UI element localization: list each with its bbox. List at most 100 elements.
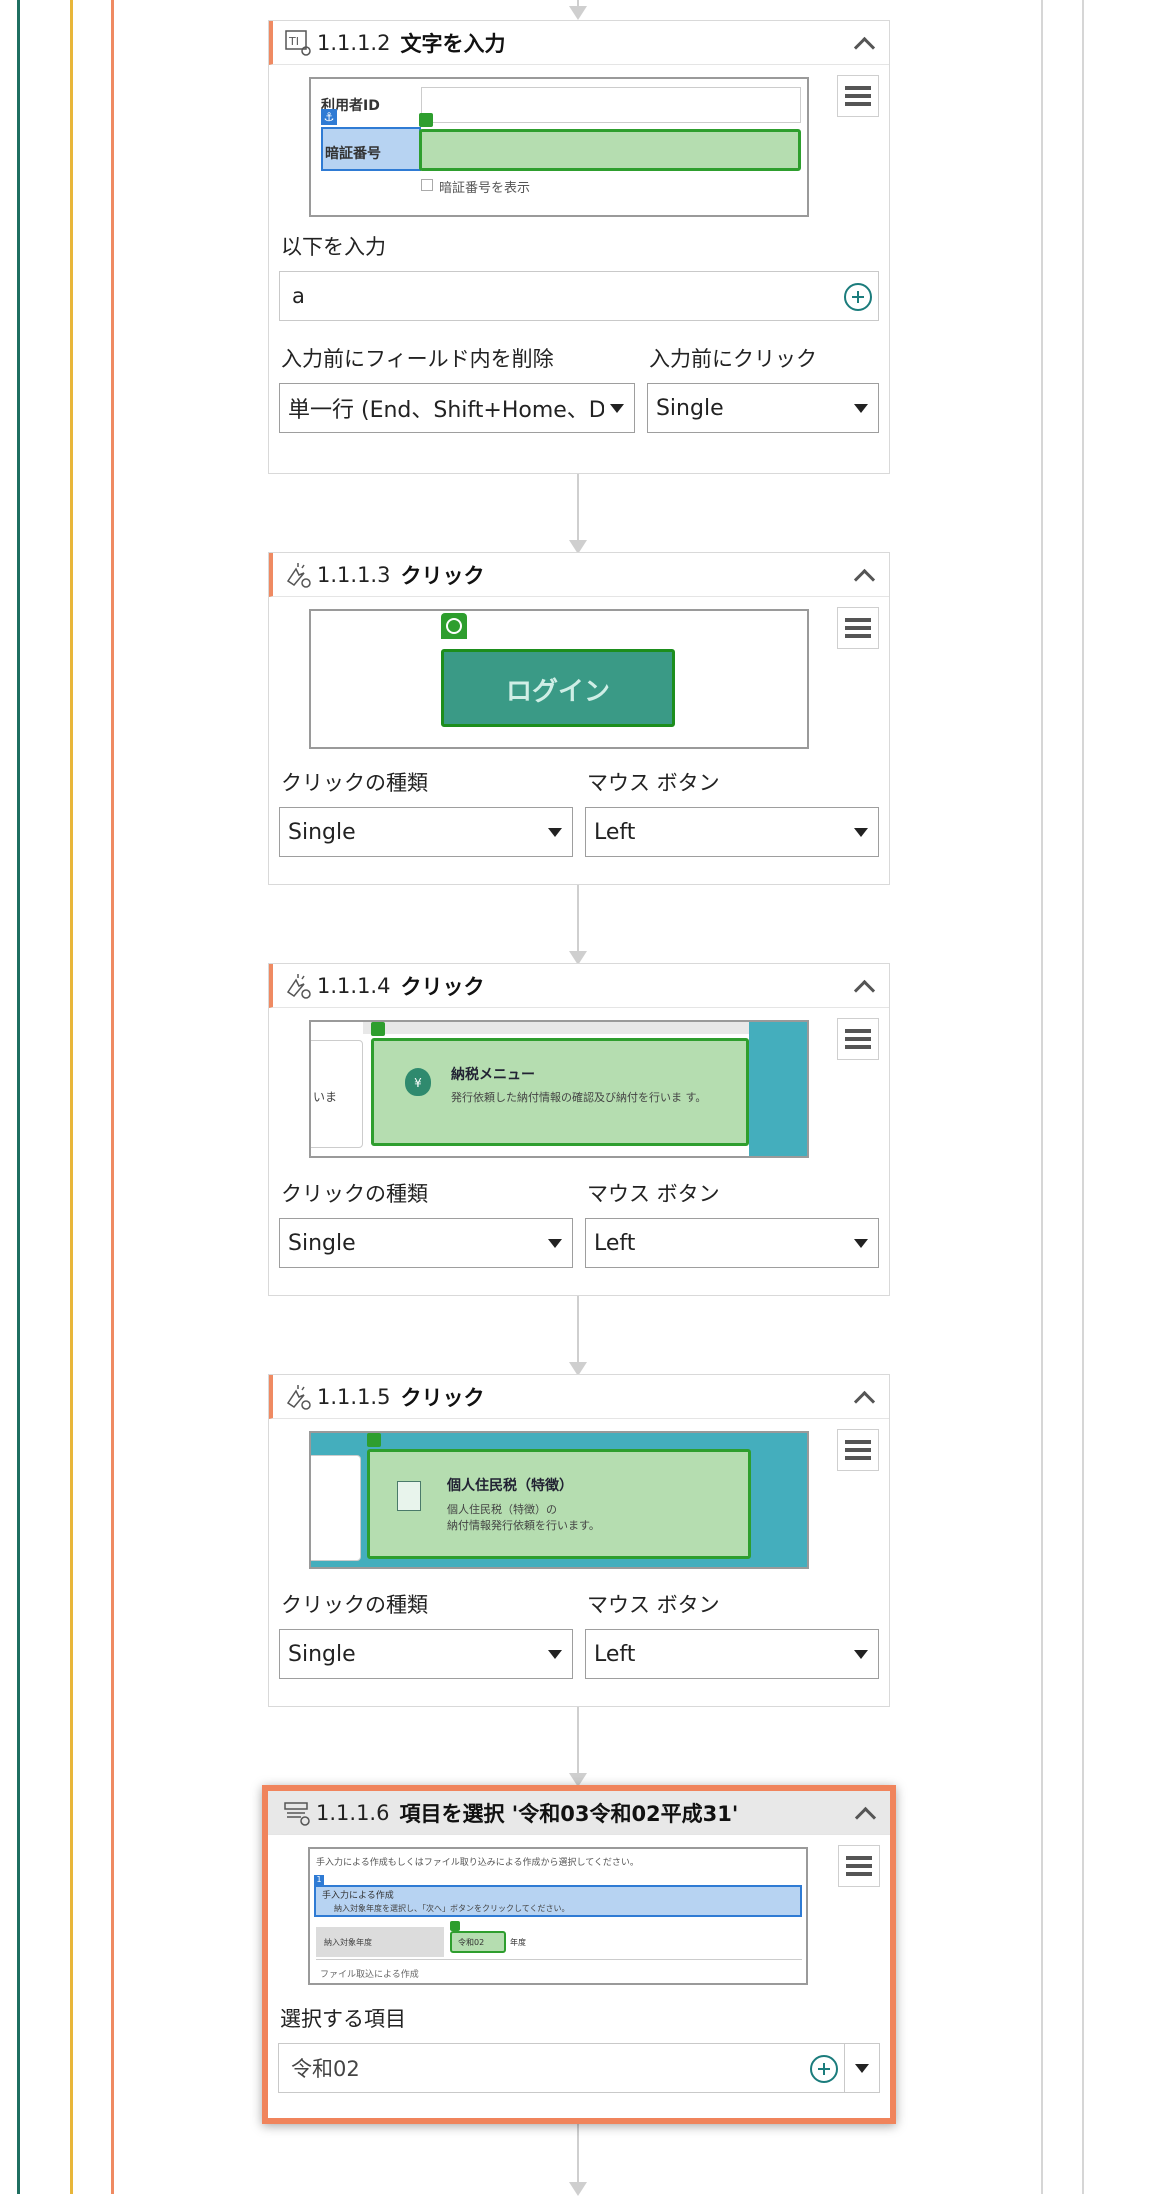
activity-menu-button[interactable]: [838, 1845, 880, 1887]
preview-show-password-label: 暗証番号を表示: [439, 181, 531, 196]
activity-menu-button[interactable]: [837, 75, 879, 117]
flow-guide-line-middle: [70, 0, 73, 2194]
clear-before-value: 単一行 (End、Shift+Home、Del): [288, 398, 604, 423]
activity-number: 1.1.1.3: [317, 562, 391, 587]
preview-option-1: 手入力による作成: [322, 1891, 394, 1901]
mouse-button-select[interactable]: Left: [585, 1218, 879, 1268]
click-before-label: 入力前にクリック: [648, 347, 817, 371]
preview-target-box: [419, 129, 801, 171]
collapse-chevron-icon[interactable]: [854, 1802, 876, 1824]
connector-arrow: [569, 885, 587, 965]
plus-icon[interactable]: [844, 283, 872, 311]
preview-menu-title: 個人住民税（特徴）: [447, 1478, 573, 1494]
activity-number: 1.1.1.4: [317, 973, 391, 998]
target-icon: [450, 1921, 460, 1931]
flow-guide-line-inner: [111, 0, 114, 2194]
click-type-select[interactable]: Single: [279, 1629, 573, 1679]
activity-menu-button[interactable]: [837, 607, 879, 649]
activity-click[interactable]: 1.1.1.3 クリック ログイン クリックの種類 Single マウス ボタン: [268, 552, 890, 885]
preview-year-value: 令和02: [458, 1938, 485, 1947]
click-type-label: クリックの種類: [281, 1182, 428, 1206]
mouse-button-select[interactable]: Left: [585, 807, 879, 857]
svg-text:TI: TI: [288, 35, 299, 48]
preview-left-text: いま: [313, 1090, 338, 1104]
collapse-chevron-icon[interactable]: [853, 32, 875, 54]
activity-click[interactable]: 1.1.1.4 クリック いま ¥ 納税メニュー 発行依頼した納付情報の確認及び…: [268, 963, 890, 1296]
dropdown-arrow-icon: [854, 1650, 868, 1659]
input-text-field[interactable]: a: [279, 271, 879, 321]
clear-before-select[interactable]: 単一行 (End、Shift+Home、Del): [279, 383, 635, 433]
anchor-icon: ⚓: [321, 109, 337, 125]
collapse-chevron-icon[interactable]: [853, 564, 875, 586]
preview-option-2: ファイル取込による作成: [320, 1970, 419, 1980]
flow-guide-line-outer: [17, 0, 20, 2194]
select-item-label: 選択する項目: [280, 2007, 406, 2031]
flow-guide-line-right-2: [1082, 0, 1084, 2194]
preview-menu-desc: 発行依頼した納付情報の確認及び納付を行いま す。: [451, 1091, 707, 1104]
activity-header[interactable]: TI 1.1.1.2 文字を入力: [269, 21, 889, 65]
click-type-label: クリックの種類: [281, 771, 428, 795]
activity-title: 文字を入力: [400, 31, 506, 56]
element-screenshot-preview: 個人住民税（特徴） 個人住民税（特徴）の 納付情報発行依頼を行います。: [309, 1431, 809, 1569]
activity-click[interactable]: 1.1.1.5 クリック 個人住民税（特徴） 個人住民税（特徴）の 納付情報発行…: [268, 1374, 890, 1707]
preview-divider: [316, 1959, 802, 1960]
preview-top-bar: [363, 1022, 783, 1034]
activity-menu-button[interactable]: [837, 1018, 879, 1060]
collapse-chevron-icon[interactable]: [853, 1386, 875, 1408]
activity-header[interactable]: 1.1.1.4 クリック: [269, 964, 889, 1008]
select-item-icon: [282, 1798, 312, 1828]
click-type-label: クリックの種類: [281, 1593, 428, 1617]
mouse-button-value: Left: [594, 1641, 636, 1667]
anchor-icon: 1: [314, 1875, 324, 1885]
target-icon: [419, 113, 433, 127]
click-icon: [283, 560, 313, 590]
activity-header[interactable]: 1.1.1.6 項目を選択 '令和03令和02平成31': [268, 1791, 890, 1835]
activity-select-item[interactable]: 1.1.1.6 項目を選択 '令和03令和02平成31' 手入力による作成もしく…: [262, 1785, 896, 2124]
activity-type-into[interactable]: TI 1.1.1.2 文字を入力 利用者ID ⚓ 暗証番号 暗証番号を表示 以下…: [268, 20, 890, 474]
preview-menu-desc-1: 個人住民税（特徴）の: [447, 1503, 557, 1516]
target-icon: [367, 1433, 381, 1447]
dropdown-arrow-icon: [548, 1239, 562, 1248]
activity-number: 1.1.1.6: [316, 1800, 390, 1825]
target-icon: [371, 1022, 385, 1036]
click-before-select[interactable]: Single: [646, 383, 879, 433]
preview-password-label: 暗証番号: [325, 146, 381, 162]
type-into-icon: TI: [283, 28, 313, 58]
dropdown-arrow-icon: [854, 404, 868, 413]
preview-menu-desc-2: 納付情報発行依頼を行います。: [447, 1519, 600, 1532]
preview-year-label: 納入対象年度: [324, 1938, 372, 1947]
preview-checkbox: [421, 179, 433, 191]
mouse-button-select[interactable]: Left: [585, 1629, 879, 1679]
activity-menu-button[interactable]: [837, 1429, 879, 1471]
click-before-value: Single: [655, 395, 724, 421]
clear-before-label: 入力前にフィールド内を削除: [281, 347, 554, 371]
dropdown-arrow-icon: [609, 404, 624, 413]
dropdown-arrow-icon: [854, 1239, 868, 1248]
input-text-label: 以下を入力: [281, 235, 386, 259]
mouse-button-label: マウス ボタン: [587, 1182, 720, 1206]
preview-login-button-text: ログイン: [505, 677, 610, 707]
mouse-button-value: Left: [594, 819, 636, 845]
click-type-select[interactable]: Single: [279, 807, 573, 857]
input-text-value: a: [292, 284, 305, 308]
select-item-dropdown-button[interactable]: [844, 2043, 880, 2093]
plus-icon[interactable]: [810, 2055, 838, 2083]
select-item-field[interactable]: 令和02: [278, 2043, 844, 2093]
click-type-select[interactable]: Single: [279, 1218, 573, 1268]
click-icon: [283, 971, 313, 1001]
document-icon: [397, 1481, 421, 1511]
preview-user-id-field: [421, 87, 801, 123]
preview-teal-panel: [749, 1022, 807, 1156]
connector-arrow: [569, 1707, 587, 1787]
activity-header[interactable]: 1.1.1.5 クリック: [269, 1375, 889, 1419]
activity-header[interactable]: 1.1.1.3 クリック: [269, 553, 889, 597]
connector-arrow: [569, 1296, 587, 1376]
preview-target-box: [367, 1449, 751, 1559]
dropdown-arrow-icon: [854, 828, 868, 837]
activity-title: クリック: [400, 563, 485, 588]
element-screenshot-preview: 手入力による作成もしくはファイル取り込みによる作成から選択してください。 1 手…: [308, 1847, 808, 1985]
collapse-chevron-icon[interactable]: [853, 975, 875, 997]
connector-arrow: [569, 2124, 587, 2196]
element-screenshot-preview: 利用者ID ⚓ 暗証番号 暗証番号を表示: [309, 77, 809, 217]
activity-title: クリック: [400, 974, 485, 999]
